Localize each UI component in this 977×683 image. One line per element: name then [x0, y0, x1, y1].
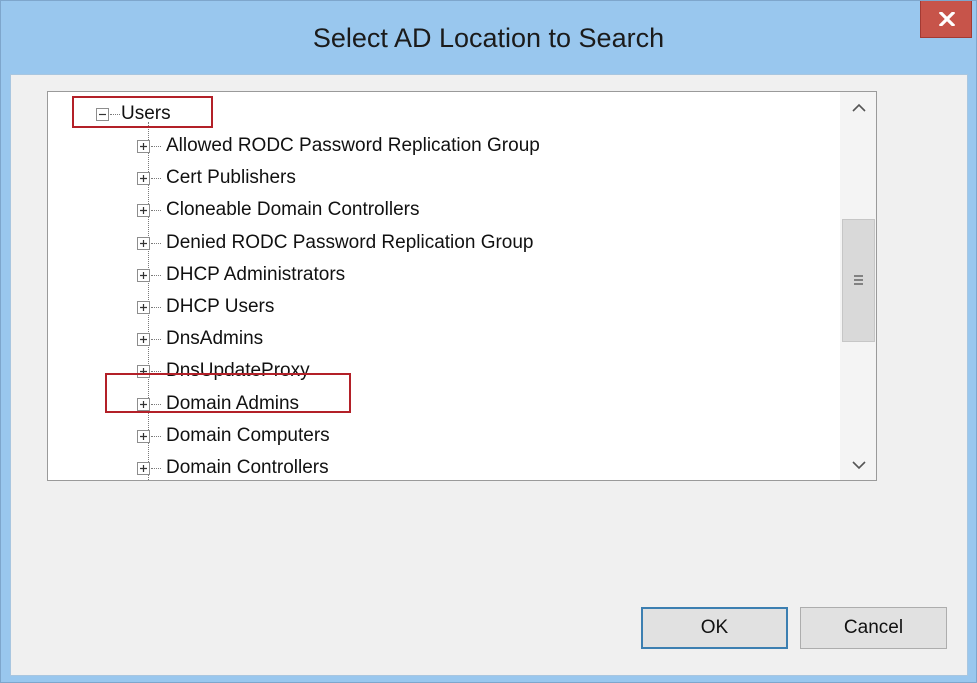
dialog-title: Select AD Location to Search [312, 23, 665, 53]
ok-button[interactable]: OK [641, 607, 788, 649]
expand-icon[interactable] [137, 301, 150, 314]
expand-icon[interactable] [137, 333, 150, 347]
tree-node-label: DHCP Administrators [166, 263, 346, 285]
highlight-box-domain-admins [105, 373, 351, 413]
tree-node[interactable]: DHCP Administrators [48, 263, 748, 291]
vertical-scrollbar[interactable] [840, 92, 876, 480]
expand-icon[interactable] [137, 268, 150, 282]
close-button[interactable] [920, 1, 972, 38]
expand-icon[interactable] [137, 204, 150, 218]
tree-node-label: Denied RODC Password Replication Group [166, 231, 534, 253]
ad-location-tree[interactable]: Users Allowed RODC Password Replication … [47, 91, 877, 481]
tree-node[interactable]: DnsAdmins [48, 327, 748, 355]
tree-node[interactable]: Allowed RODC Password Replication Group [48, 134, 748, 162]
scroll-down-button[interactable] [840, 450, 876, 480]
tree-node[interactable]: Denied RODC Password Replication Group [48, 231, 748, 259]
chevron-up-icon [852, 103, 866, 112]
tree-node-label: Domain Computers [166, 424, 330, 446]
expand-icon[interactable] [137, 429, 150, 443]
expand-icon[interactable] [137, 236, 150, 250]
tree-node[interactable]: DHCP Users [48, 295, 748, 323]
title-bar[interactable]: Select AD Location to Search [1, 1, 976, 74]
highlight-box-users [72, 96, 213, 128]
close-icon [939, 12, 955, 26]
tree-node[interactable]: Domain Computers [48, 424, 748, 452]
cancel-button[interactable]: Cancel [800, 607, 947, 649]
tree-node[interactable]: Domain Controllers [48, 456, 748, 480]
grip-icon [854, 275, 863, 285]
tree-node[interactable]: Cloneable Domain Controllers [48, 198, 748, 226]
tree-node-label: DHCP Users [166, 296, 275, 317]
tree-node-label: Cert Publishers [166, 167, 296, 189]
expand-icon[interactable] [137, 140, 150, 153]
tree-node-label: DnsAdmins [166, 328, 264, 350]
scroll-thumb[interactable] [842, 219, 875, 342]
tree-node[interactable]: Cert Publishers [48, 166, 748, 194]
expand-icon[interactable] [137, 172, 150, 186]
chevron-down-icon [852, 461, 866, 470]
expand-icon[interactable] [137, 462, 150, 475]
tree-node-label: Domain Controllers [166, 457, 329, 478]
tree-node-label: Allowed RODC Password Replication Group [166, 135, 540, 156]
tree-node-label: Cloneable Domain Controllers [166, 199, 420, 221]
scroll-up-button[interactable] [840, 92, 876, 122]
